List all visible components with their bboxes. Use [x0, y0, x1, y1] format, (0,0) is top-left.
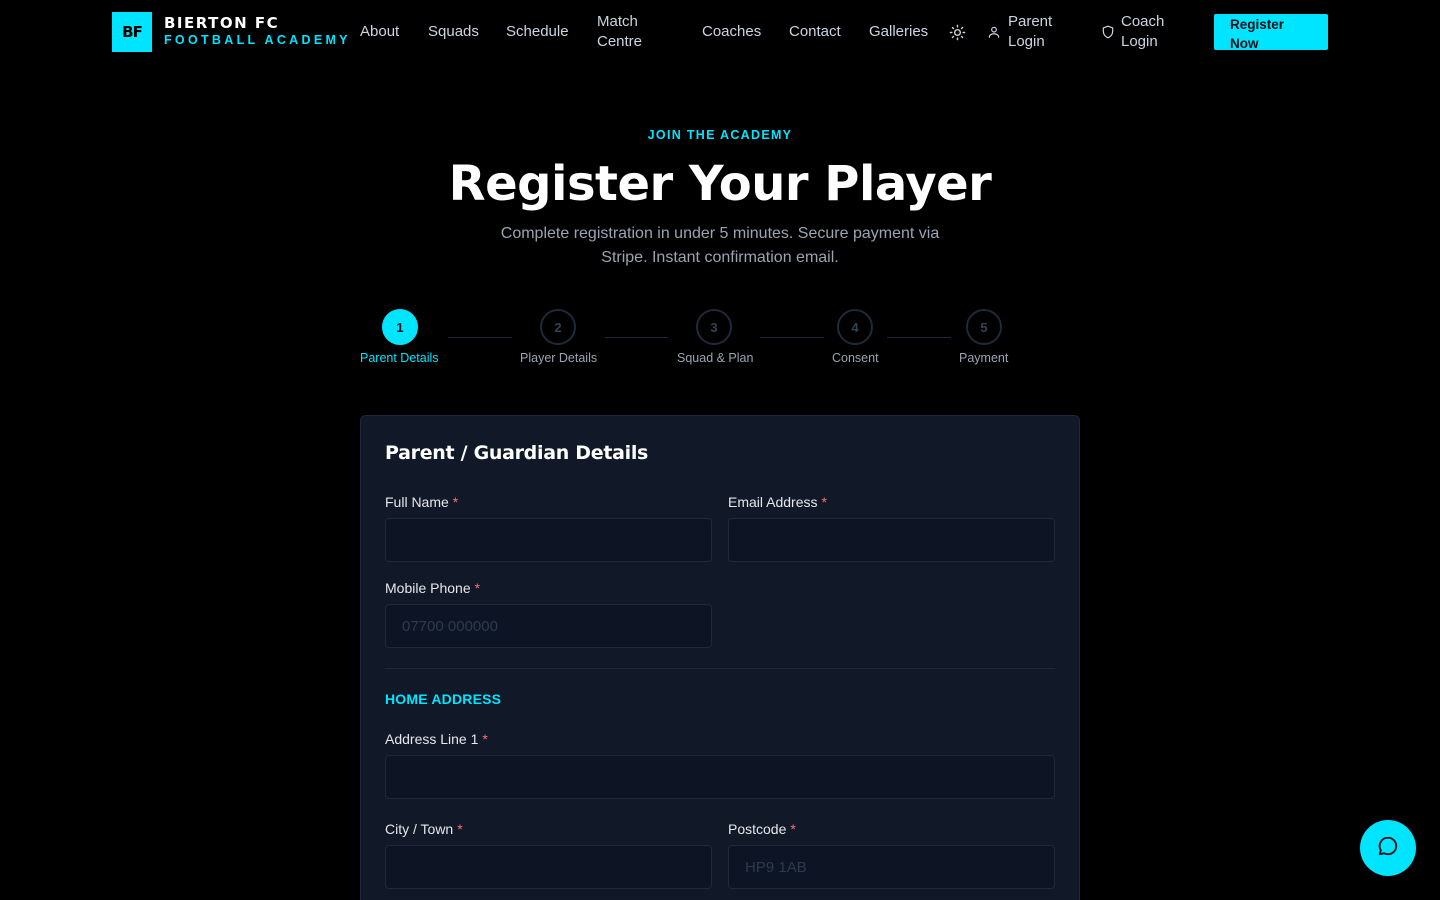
step-1-label: Parent Details — [360, 351, 439, 365]
city-label: City / Town * — [385, 821, 463, 837]
parent-login-link[interactable]: Parent Login — [1008, 12, 1068, 52]
brand-name[interactable]: BIERTON FC — [164, 14, 279, 32]
register-now-button[interactable]: Register Now — [1214, 14, 1328, 51]
nav-item-coaches[interactable]: Coaches — [702, 22, 761, 42]
chat-bubble-icon — [1377, 835, 1399, 862]
hero-subtitle: Complete registration in under 5 minutes… — [500, 225, 940, 266]
site-header: BF BIERTON FC FOOTBALL ACADEMY About Squ… — [0, 0, 1440, 64]
step-3-label: Squad & Plan — [677, 351, 754, 365]
logo-mark[interactable]: BF — [112, 12, 152, 52]
address-line1-label: Address Line 1 * — [385, 731, 488, 747]
mobile-label: Mobile Phone * — [385, 580, 481, 596]
brand-subtitle: FOOTBALL ACADEMY — [164, 33, 351, 47]
card-title: Parent / Guardian Details — [385, 442, 649, 464]
section-divider — [385, 668, 1055, 669]
hero-eyebrow: JOIN THE ACADEMY — [647, 128, 793, 142]
step-2-label: Player Details — [520, 351, 598, 365]
nav-item-schedule[interactable]: Schedule — [506, 22, 569, 42]
page-title: Register Your Player — [448, 156, 992, 212]
step-4-label: Consent — [832, 351, 879, 365]
step-connector — [887, 337, 951, 338]
user-icon — [987, 25, 1001, 44]
step-1-indicator[interactable]: 1 — [382, 309, 418, 345]
nav-item-about[interactable]: About — [360, 22, 399, 42]
nav-item-contact[interactable]: Contact — [789, 22, 841, 42]
home-address-heading: HOME ADDRESS — [385, 691, 502, 707]
sun-icon[interactable] — [949, 24, 966, 46]
step-5-label: Payment — [959, 351, 1009, 365]
email-label: Email Address * — [728, 494, 827, 510]
email-input[interactable] — [728, 518, 1055, 562]
coach-login-link[interactable]: Coach Login — [1121, 12, 1181, 52]
full-name-label: Full Name * — [385, 494, 459, 510]
full-name-input[interactable] — [385, 518, 712, 562]
nav-item-squads[interactable]: Squads — [428, 22, 479, 42]
postcode-input[interactable] — [728, 845, 1055, 889]
step-5-indicator[interactable]: 5 — [966, 309, 1002, 345]
step-connector — [760, 337, 824, 338]
city-input[interactable] — [385, 845, 712, 889]
mobile-input[interactable] — [385, 604, 712, 648]
step-2-indicator[interactable]: 2 — [540, 309, 576, 345]
parent-details-card: Parent / Guardian Details Full Name * Ema… — [360, 415, 1080, 900]
nav-item-match-centre[interactable]: Match Centre — [597, 12, 659, 52]
step-connector — [448, 337, 512, 338]
step-connector — [605, 337, 668, 338]
step-4-indicator[interactable]: 4 — [837, 309, 873, 345]
chat-button[interactable] — [1360, 820, 1416, 876]
postcode-label: Postcode * — [728, 821, 796, 837]
step-3-indicator[interactable]: 3 — [696, 309, 732, 345]
nav-item-galleries[interactable]: Galleries — [869, 22, 928, 42]
shield-icon — [1101, 25, 1115, 44]
address-line1-input[interactable] — [385, 755, 1055, 799]
